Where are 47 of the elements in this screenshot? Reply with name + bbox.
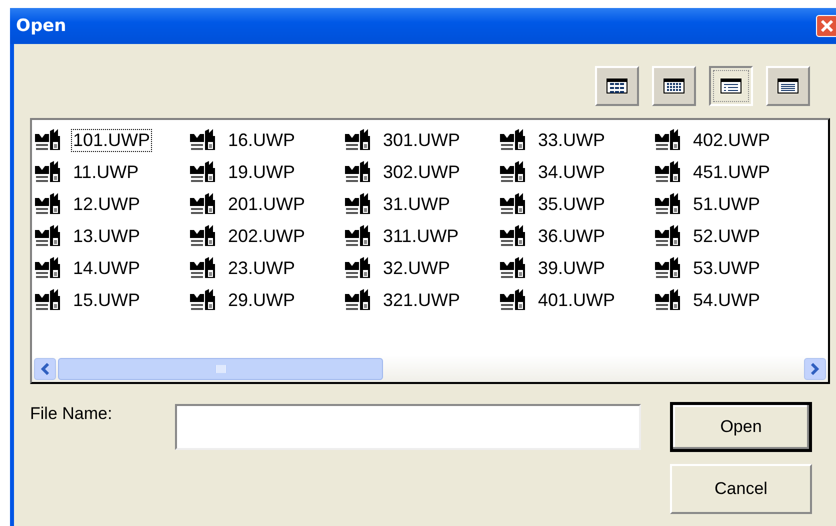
file-item[interactable]: 16.UWP	[226, 128, 298, 152]
list-view-icon	[777, 78, 799, 94]
tiles-view-icon	[606, 78, 628, 94]
view-button[interactable]	[709, 66, 753, 106]
file-item[interactable]: 34.UWP	[536, 160, 608, 184]
file-item[interactable]: 451.UWP	[691, 160, 772, 184]
file-item[interactable]: 54.UWP	[691, 288, 762, 312]
file-item[interactable]: 29.UWP	[226, 288, 298, 312]
scroll-left-button[interactable]	[34, 358, 56, 380]
file-item[interactable]: 13.UWP	[71, 224, 142, 248]
file-item[interactable]: 401.UWP	[536, 288, 618, 312]
file-item[interactable]: 311.UWP	[381, 224, 461, 248]
window-title: Open	[16, 16, 66, 36]
file-item[interactable]: 302.UWP	[381, 160, 462, 184]
close-icon	[820, 19, 834, 33]
file-item[interactable]: 39.UWP	[536, 256, 608, 280]
file-item[interactable]: 11.UWP	[71, 160, 141, 184]
dialog-button[interactable]: Open	[670, 402, 812, 452]
file-item[interactable]: 301.UWP	[381, 128, 462, 152]
file-item[interactable]: 23.UWP	[226, 256, 298, 280]
close-button[interactable]	[816, 15, 836, 37]
file-item[interactable]: 402.UWP	[691, 128, 772, 152]
scrollbar-thumb[interactable]	[58, 358, 383, 380]
file-item[interactable]: 35.UWP	[536, 192, 608, 216]
file-name-label: File Name:	[30, 403, 114, 424]
file-item[interactable]: 321.UWP	[381, 288, 462, 312]
file-item[interactable]: 31.UWP	[381, 192, 452, 216]
file-item[interactable]: 14.UWP	[71, 256, 142, 280]
file-item[interactable]: 51.UWP	[691, 192, 762, 216]
horizontal-scrollbar[interactable]	[32, 356, 828, 382]
file-item[interactable]: 202.UWP	[226, 224, 308, 248]
scroll-right-button[interactable]	[804, 358, 826, 380]
file-item[interactable]: 32.UWP	[381, 256, 452, 280]
file-item[interactable]: 12.UWP	[71, 192, 142, 216]
file-item[interactable]: 36.UWP	[536, 224, 608, 248]
file-item[interactable]: 201.UWP	[226, 192, 308, 216]
dialog-button[interactable]: Cancel	[670, 464, 812, 514]
file-item[interactable]: 52.UWP	[691, 224, 762, 248]
file-item[interactable]: 101.UWP	[71, 128, 152, 152]
file-item[interactable]: 33.UWP	[536, 128, 608, 152]
file-name-field[interactable]	[175, 404, 641, 450]
file-item[interactable]: 19.UWP	[226, 160, 298, 184]
icons-view-icon	[663, 78, 685, 94]
file-item[interactable]: 15.UWP	[71, 288, 142, 312]
file-item[interactable]: 53.UWP	[691, 256, 762, 280]
grip-icon	[216, 365, 226, 373]
details-view-icon	[720, 78, 742, 94]
